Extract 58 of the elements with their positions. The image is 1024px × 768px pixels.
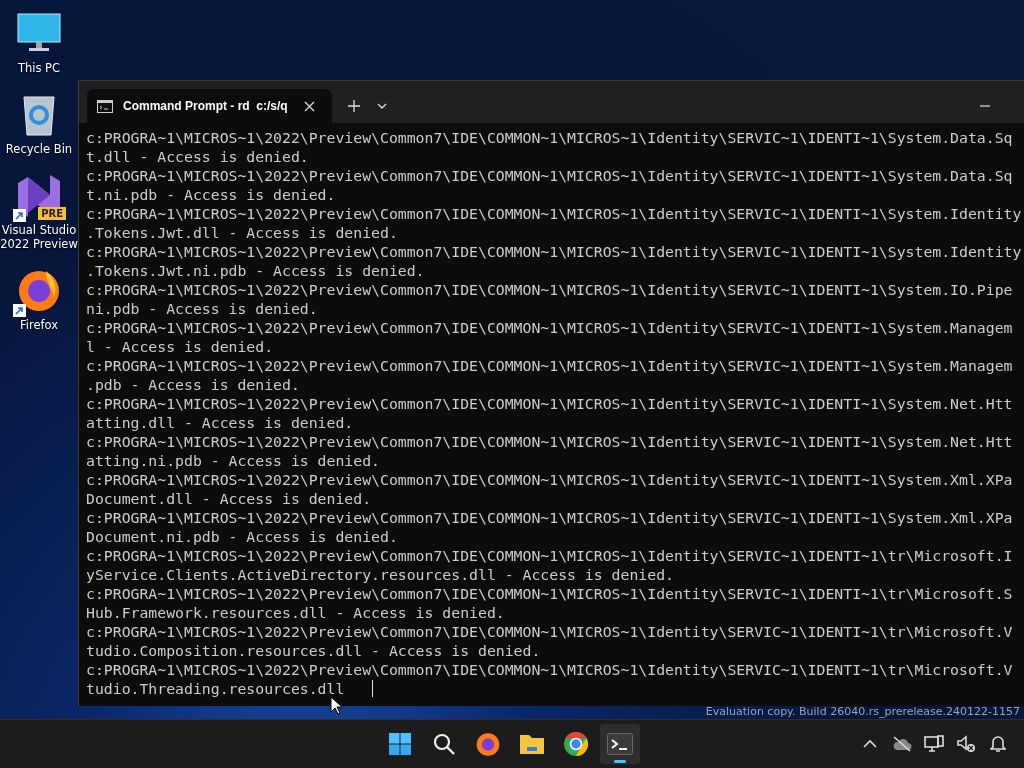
terminal-output-line: t.dll - Access is denied.: [86, 147, 309, 166]
terminal-tab[interactable]: Command Prompt - rd c:/s/q: [87, 89, 332, 123]
active-indicator: [614, 760, 626, 763]
windows-logo-icon: [388, 732, 412, 756]
firefox-icon: [475, 731, 501, 757]
desktop-icon-label[interactable]: This PC: [17, 61, 61, 75]
terminal-output-line: Hub.Framework.resources.dll - Access is denied.: [86, 603, 505, 622]
close-icon: [304, 100, 316, 112]
plus-icon: [347, 100, 360, 112]
terminal-output-line: yService.Clients.ActiveDirectory.resources.dll - Access is denied.: [86, 565, 674, 584]
terminal-output-line: c:PROGRA~1\MICROS~1\2022\Preview\Common7\IDE\COMMON~1\MICROS~1\Identity\SERVIC~1\IDENTI~1\tr\Microsoft.I: [86, 546, 1013, 565]
terminal-output-line: c:PROGRA~1\MICROS~1\2022\Preview\Common7\IDE\COMMON~1\MICROS~1\Identity\SERVIC~1\IDENTI~1\System.Data.Sq: [86, 166, 1013, 185]
desktop-icon-label[interactable]: Firefox: [19, 318, 59, 332]
terminal-output-line: .pdb - Access is denied.: [86, 375, 300, 394]
cloud-off-icon: [892, 736, 912, 752]
terminal-output-line: .Tokens.Jwt.ni.pdb - Access is denied.: [86, 261, 425, 280]
search-icon: [432, 732, 456, 756]
terminal-output-line: atting.dll - Access is denied.: [86, 413, 354, 432]
terminal-output-line: l - Access is denied.: [86, 337, 274, 356]
terminal-output-line: c:PROGRA~1\MICROS~1\2022\Preview\Common7\IDE\COMMON~1\MICROS~1\Identity\SERVIC~1\IDENTI~1\System.Managem: [86, 318, 1013, 337]
text-cursor: [372, 680, 374, 697]
terminal-output-line: c:PROGRA~1\MICROS~1\2022\Preview\Common7\IDE\COMMON~1\MICROS~1\Identity\SERVIC~1\IDENTI~1\System.Identity: [86, 242, 1022, 261]
desktop-icon-label[interactable]: Recycle Bin: [5, 142, 73, 156]
terminal-output-line: c:PROGRA~1\MICROS~1\2022\Preview\Common7\IDE\COMMON~1\MICROS~1\Identity\SERVIC~1\IDENTI~1\System.Net.Htt: [86, 394, 1013, 413]
preview-badge: PRE: [38, 207, 66, 220]
terminal-output-line: c:PROGRA~1\MICROS~1\2022\Preview\Common7\IDE\COMMON~1\MICROS~1\Identity\SERVIC~1\IDENTI~1\System.Net.Htt: [86, 432, 1013, 451]
terminal-output-line: c:PROGRA~1\MICROS~1\2022\Preview\Common7\IDE\COMMON~1\MICROS~1\Identity\SERVIC~1\IDENTI~1\System.Xml.XPa: [86, 470, 1013, 489]
terminal-output-line: tudio.Threading.resources.dll: [86, 679, 345, 698]
network-icon: [924, 735, 944, 753]
terminal-output-line: c:PROGRA~1\MICROS~1\2022\Preview\Common7\IDE\COMMON~1\MICROS~1\Identity\SERVIC~1\IDENTI~1\tr\Microsoft.S: [86, 584, 1013, 603]
taskbar-app-button[interactable]: [600, 724, 640, 764]
volume-muted-icon: [956, 735, 976, 753]
terminal-output-line: c:PROGRA~1\MICROS~1\2022\Preview\Common7\IDE\COMMON~1\MICROS~1\Identity\SERVIC~1\IDENTI~1\System.Identity: [86, 204, 1022, 223]
terminal-output-line: c:PROGRA~1\MICROS~1\2022\Preview\Common7\IDE\COMMON~1\MICROS~1\Identity\SERVIC~1\IDENTI~1\tr\Microsoft.V: [86, 660, 1013, 679]
folder-icon: [519, 732, 545, 756]
terminal-output-line: c:PROGRA~1\MICROS~1\2022\Preview\Common7\IDE\COMMON~1\MICROS~1\Identity\SERVIC~1\IDENTI~1\System.Xml.XPa: [86, 508, 1013, 527]
minimize-icon: [980, 105, 990, 107]
terminal-icon: [607, 733, 633, 755]
bell-icon: [990, 735, 1006, 753]
chrome-icon: [563, 731, 589, 757]
tab-title: Command Prompt - rd c:/s/q: [123, 99, 288, 113]
terminal-output-line: Document.ni.pdb - Access is denied.: [86, 527, 398, 546]
terminal-output-line: atting.ni.pdb - Access is denied.: [86, 451, 380, 470]
terminal-output-line: c:PROGRA~1\MICROS~1\2022\Preview\Common7\IDE\COMMON~1\MICROS~1\Identity\SERVIC~1\IDENTI~1\System.Data.Sq: [86, 128, 1013, 147]
monitor-icon: [17, 13, 61, 53]
evaluation-watermark-text: Evaluation copy. Build 26040.rs_prerelease.240122-1157: [705, 705, 1020, 718]
command-prompt-icon: [97, 99, 113, 113]
terminal-output-line: c:PROGRA~1\MICROS~1\2022\Preview\Common7\IDE\COMMON~1\MICROS~1\Identity\SERVIC~1\IDENTI~1\System.IO.Pipe: [86, 280, 1013, 299]
terminal-output-line: Document.dll - Access is denied.: [86, 489, 372, 508]
terminal-output-line: c:PROGRA~1\MICROS~1\2022\Preview\Common7\IDE\COMMON~1\MICROS~1\Identity\SERVIC~1\IDENTI~1\System.Managem: [86, 356, 1013, 375]
desktop-icon-label[interactable]: Visual Studio 2022 Preview: [0, 223, 78, 251]
chevron-down-icon: [376, 103, 387, 109]
chevron-up-icon: [863, 739, 877, 749]
terminal-output-line: t.ni.pdb - Access is denied.: [86, 185, 336, 204]
terminal-output-line: tudio.Composition.resources.dll - Access is denied.: [86, 641, 541, 660]
terminal-output-line: c:PROGRA~1\MICROS~1\2022\Preview\Common7\IDE\COMMON~1\MICROS~1\Identity\SERVIC~1\IDENTI~1\tr\Microsoft.V: [86, 622, 1013, 641]
terminal-output-line: ni.pdb - Access is denied.: [86, 299, 318, 318]
terminal-output-line: .Tokens.Jwt.dll - Access is denied.: [86, 223, 398, 242]
